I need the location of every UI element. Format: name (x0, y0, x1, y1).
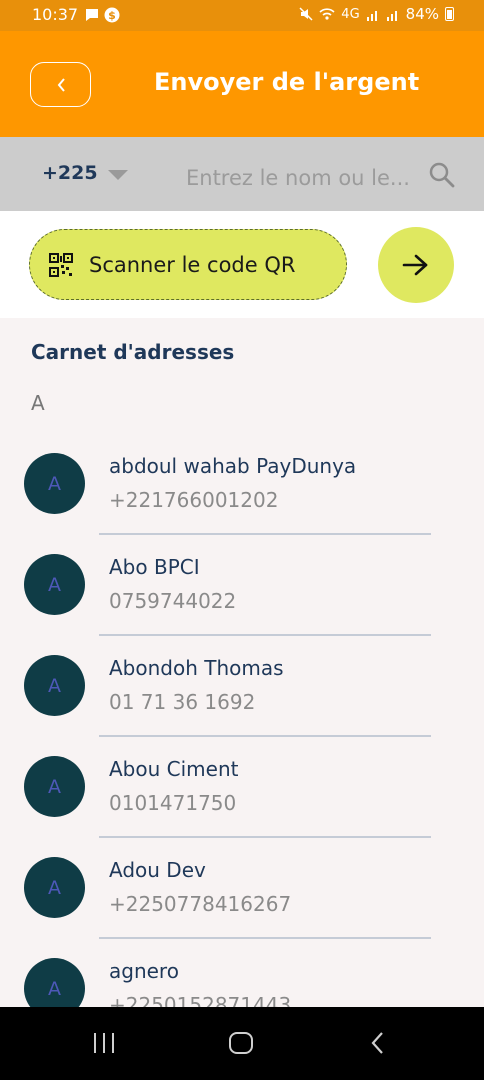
back-icon[interactable] (370, 1031, 384, 1055)
back-button[interactable] (30, 62, 91, 107)
contact-item[interactable]: A abdoul wahab PayDunya +221766001202 (0, 434, 484, 535)
contact-item[interactable]: A Adou Dev +2250778416267 (0, 838, 484, 939)
page-title: Envoyer de l'argent (154, 68, 420, 96)
avatar: A (24, 857, 85, 918)
contact-name: Adou Dev (109, 858, 206, 882)
mute-icon (299, 7, 313, 21)
signal-icon-1 (366, 10, 377, 21)
wifi-icon (319, 8, 335, 20)
contact-phone: 01 71 36 1692 (109, 690, 256, 714)
battery-percent: 84% (405, 5, 439, 23)
avatar: A (24, 655, 85, 716)
avatar: A (24, 756, 85, 817)
avatar: A (24, 453, 85, 514)
contact-phone: 0759744022 (109, 589, 237, 613)
chat-icon (86, 9, 98, 21)
contact-name: abdoul wahab PayDunya (109, 454, 357, 478)
avatar: A (24, 554, 85, 615)
contact-name: Abo BPCI (109, 555, 200, 579)
status-bar: 10:37 $ 4G 84% (0, 0, 484, 31)
address-book-title: Carnet d'adresses (31, 340, 235, 364)
status-time: 10:37 (32, 5, 79, 24)
contact-phone: +2250778416267 (109, 892, 292, 916)
continue-button[interactable] (378, 227, 454, 303)
search-bar: +225 (0, 137, 484, 211)
scan-qr-button[interactable]: Scanner le code QR (29, 229, 347, 300)
network-type: 4G (341, 6, 360, 22)
arrow-right-icon (402, 254, 428, 276)
system-nav-bar (0, 1007, 484, 1080)
notification-icons: $ (84, 7, 120, 23)
contact-phone: 0101471750 (109, 791, 237, 815)
qr-code-icon (49, 252, 73, 277)
contact-name: agnero (109, 959, 179, 983)
contact-item[interactable]: A Abou Ciment 0101471750 (0, 737, 484, 838)
contact-list: A abdoul wahab PayDunya +221766001202 A … (0, 434, 484, 1040)
back-chevron-icon (57, 77, 65, 92)
recents-icon[interactable] (94, 1033, 114, 1053)
dollar-icon: $ (104, 7, 120, 23)
section-letter: A (31, 391, 45, 415)
contact-phone: +221766001202 (109, 488, 279, 512)
caret-down-icon[interactable] (108, 170, 128, 180)
svg-text:$: $ (108, 9, 116, 22)
search-icon[interactable] (428, 161, 456, 189)
country-code-select[interactable]: +225 (42, 162, 98, 184)
contact-item[interactable]: A Abondoh Thomas 01 71 36 1692 (0, 636, 484, 737)
signal-icon-2 (386, 10, 397, 21)
qr-strip: Scanner le code QR (0, 211, 484, 318)
status-right: 4G 84% (299, 5, 454, 23)
contact-name: Abondoh Thomas (109, 656, 284, 680)
scan-qr-label: Scanner le code QR (89, 252, 296, 277)
home-icon[interactable] (229, 1032, 253, 1054)
battery-icon (445, 7, 454, 21)
app-header: Envoyer de l'argent (0, 31, 484, 137)
contact-item[interactable]: A Abo BPCI 0759744022 (0, 535, 484, 636)
search-input[interactable] (186, 166, 422, 190)
contact-name: Abou Ciment (109, 757, 239, 781)
